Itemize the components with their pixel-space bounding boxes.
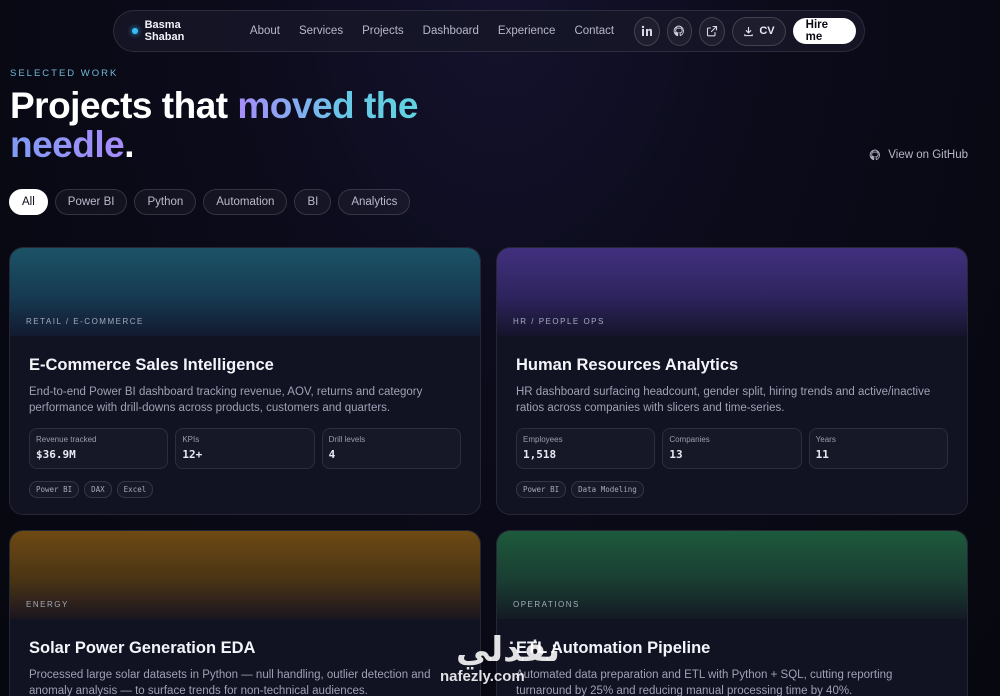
page-title: Projects that moved the needle.	[10, 86, 470, 164]
card-cover: HR / PEOPLE OPS	[497, 248, 967, 336]
filter-python[interactable]: Python	[134, 189, 197, 215]
stat-box: KPIs 12+	[175, 428, 315, 469]
stat-value: $36.9M	[36, 448, 76, 461]
card-title: Solar Power Generation EDA	[29, 639, 256, 657]
stat-label: Revenue tracked	[36, 435, 97, 444]
card-title: E-Commerce Sales Intelligence	[29, 356, 274, 374]
tag: DAX	[84, 481, 112, 498]
top-nav: Basma Shaban About Services Projects Das…	[113, 10, 865, 52]
download-icon	[744, 26, 754, 36]
github-icon	[674, 25, 685, 37]
tag: Power BI	[29, 481, 80, 498]
stat-box: Employees 1,518	[516, 428, 656, 469]
nav-link-dashboard[interactable]: Dashboard	[413, 25, 488, 37]
stat-value: 11	[815, 448, 829, 461]
linkedin-icon	[641, 25, 652, 36]
tag: Power BI	[516, 481, 567, 498]
filter-analytics[interactable]: Analytics	[338, 189, 411, 215]
card-cover: RETAIL / E-COMMERCE	[10, 248, 480, 336]
tag: Data Modeling	[571, 481, 644, 498]
cv-download-button[interactable]: CV	[732, 16, 786, 46]
card-stats: Revenue tracked $36.9M KPIs 12+ Drill leve…	[29, 428, 461, 469]
filter-bi[interactable]: BI	[294, 189, 332, 215]
github-icon	[870, 149, 881, 161]
card-title: Human Resources Analytics	[516, 356, 739, 374]
title-part-1: Projects that	[10, 85, 238, 126]
github-button[interactable]	[666, 16, 693, 46]
card-cover: ENERGY	[10, 531, 480, 619]
card-stats: Employees 1,518 Companies 13 Years 11	[516, 428, 948, 469]
external-link-icon	[707, 25, 718, 37]
project-card-ecommerce[interactable]: RETAIL / E-COMMERCE E-Commerce Sales Int…	[9, 247, 481, 515]
filter-power-bi[interactable]: Power BI	[54, 189, 128, 215]
card-description: HR dashboard surfacing headcount, gender…	[516, 386, 931, 414]
stat-label: Drill levels	[328, 435, 366, 444]
card-description: Processed large solar datasets in Python…	[29, 669, 431, 696]
card-description: End-to-end Power BI dashboard tracking r…	[29, 386, 423, 414]
card-category: RETAIL / E-COMMERCE	[26, 317, 144, 326]
card-tags: Power BI DAX Excel	[29, 481, 461, 498]
external-link-button[interactable]	[699, 16, 726, 46]
section-eyebrow: SELECTED WORK	[10, 68, 119, 79]
hire-me-button[interactable]: Hire me	[792, 18, 857, 44]
brand[interactable]: Basma Shaban	[132, 19, 218, 43]
card-category: HR / PEOPLE OPS	[513, 317, 605, 326]
filter-all[interactable]: All	[9, 189, 48, 215]
title-part-3: needle	[10, 124, 125, 165]
filter-chips: All Power BI Python Automation BI Analyt…	[9, 189, 411, 215]
card-cover: OPERATIONS	[497, 531, 967, 619]
view-on-github-link[interactable]: View on GitHub	[869, 149, 968, 161]
stat-value: 12+	[182, 448, 203, 461]
stat-value: 13	[669, 448, 683, 461]
stat-label: Companies	[669, 435, 710, 444]
stat-box: Years 11	[808, 428, 948, 469]
project-card-solar[interactable]: ENERGY Solar Power Generation EDA Proces…	[9, 530, 481, 696]
stat-box: Revenue tracked $36.9M	[29, 428, 169, 469]
card-category: ENERGY	[26, 600, 69, 609]
stat-label: KPIs	[182, 435, 200, 444]
nav-link-experience[interactable]: Experience	[488, 25, 565, 37]
nav-link-contact[interactable]: Contact	[565, 25, 624, 37]
stat-value: 1,518	[523, 448, 557, 461]
stat-value: 4	[328, 448, 336, 461]
stat-label: Years	[815, 435, 836, 444]
nav-link-projects[interactable]: Projects	[353, 25, 414, 37]
card-tags: Power BI Data Modeling	[516, 481, 948, 498]
status-dot-icon	[132, 28, 138, 34]
title-part-4: .	[124, 124, 134, 165]
tag: Excel	[116, 481, 154, 498]
linkedin-button[interactable]	[633, 16, 660, 46]
nav-actions: CV Hire me	[633, 16, 857, 46]
card-description: Automated data preparation and ETL with …	[516, 669, 893, 696]
title-part-2: moved the	[237, 85, 418, 126]
card-category: OPERATIONS	[513, 600, 580, 609]
nav-links: About Services Projects Dashboard Experi…	[240, 25, 623, 37]
filter-automation[interactable]: Automation	[203, 189, 288, 215]
nav-link-about[interactable]: About	[240, 25, 289, 37]
stat-box: Companies 13	[662, 428, 802, 469]
github-link-label: View on GitHub	[888, 149, 968, 161]
project-card-etl[interactable]: OPERATIONS ETL Automation Pipeline Autom…	[496, 530, 968, 696]
project-card-hr[interactable]: HR / PEOPLE OPS Human Resources Analytic…	[496, 247, 968, 515]
cv-label: CV	[759, 25, 775, 37]
brand-name: Basma Shaban	[144, 19, 185, 43]
stat-label: Employees	[523, 435, 563, 444]
stat-box: Drill levels 4	[321, 428, 461, 469]
card-title: ETL Automation Pipeline	[516, 639, 711, 657]
nav-link-services[interactable]: Services	[289, 25, 352, 37]
